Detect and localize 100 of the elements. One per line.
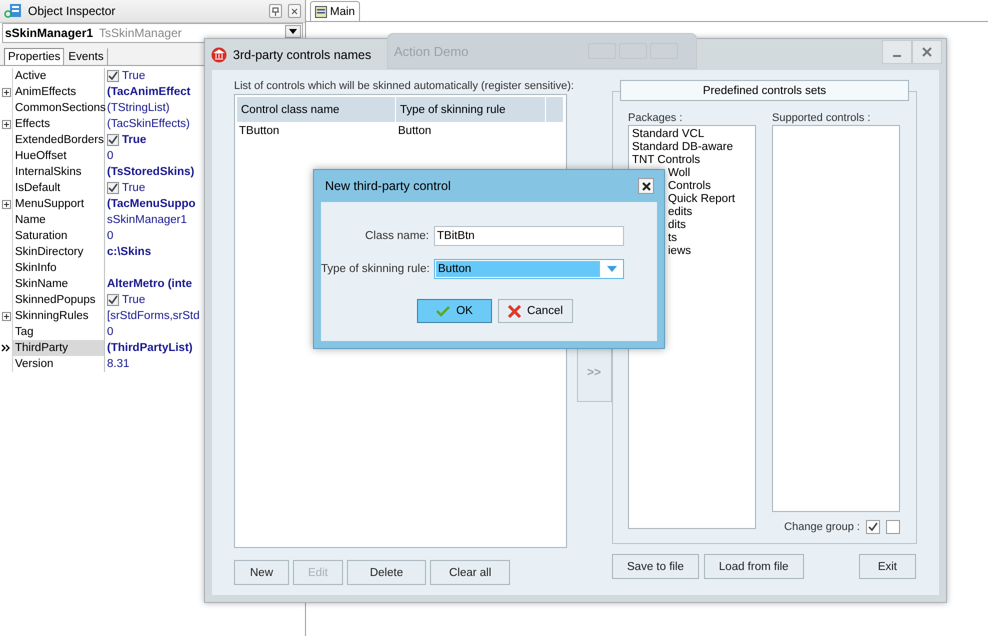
group-header[interactable]: Predefined controls sets [620, 80, 909, 101]
file-button[interactable]: Save to file [612, 554, 699, 579]
list-item[interactable]: TNT Controls [632, 154, 700, 167]
close-button[interactable] [638, 178, 654, 194]
property-name[interactable]: Name [13, 212, 105, 228]
window-title: 3rd-party controls names [233, 48, 372, 62]
property-value: True [122, 294, 146, 306]
property-value: (TsStoredSkins) [107, 166, 194, 178]
list-item[interactable]: Standard DB-aware [632, 141, 733, 154]
list-item[interactable]: Controls [668, 180, 711, 193]
supported-label: Supported controls : [772, 112, 872, 124]
property-value: 0 [107, 150, 114, 162]
property-name[interactable]: MenuSupport [13, 196, 105, 212]
property-name[interactable]: SkinDirectory [13, 244, 105, 260]
list-item[interactable]: Woll [668, 167, 690, 180]
column-header[interactable]: Control class name [237, 97, 396, 122]
property-value: 0 [107, 326, 114, 338]
list-item[interactable]: edits [668, 206, 692, 219]
property-name[interactable]: Version [13, 356, 105, 372]
property-name[interactable]: ThirdParty [13, 340, 105, 356]
checkbox[interactable] [866, 520, 880, 534]
property-name[interactable]: SkinningRules [13, 308, 105, 324]
form-icon [315, 6, 327, 18]
check-icon [436, 306, 450, 316]
inspector-tab[interactable]: Events [64, 48, 108, 65]
field-label: Type of skinning rule: [321, 263, 429, 275]
field-label: Class name: [364, 230, 429, 242]
property-value: (TacAnimEffect [107, 86, 190, 98]
expand-icon[interactable] [2, 120, 10, 128]
list-item[interactable]: dits [668, 219, 686, 232]
column-header[interactable]: Type of skinning rule [396, 97, 546, 122]
property-name[interactable]: HueOffset [13, 148, 105, 164]
property-value: 0 [107, 230, 114, 242]
list-item[interactable]: Standard VCL [632, 128, 704, 141]
property-name[interactable]: Saturation [13, 228, 105, 244]
list-item[interactable]: iews [668, 245, 692, 258]
checkbox[interactable] [107, 294, 119, 306]
panel-title: Object Inspector [28, 4, 116, 18]
check-icon [868, 522, 878, 532]
inspector-icon [4, 3, 22, 19]
close-button[interactable] [288, 4, 301, 18]
property-name[interactable]: InternalSkins [13, 164, 105, 180]
list-label: List of controls which will be skinned automatically (register sensitive): [234, 80, 574, 92]
close-icon [642, 182, 650, 190]
property-name[interactable]: ExtendedBorders [13, 132, 105, 148]
property-name[interactable]: CommonSections [13, 100, 105, 116]
ok-button[interactable]: OK [417, 299, 492, 323]
action-button[interactable]: Delete [346, 560, 426, 585]
property-value: c:\Skins [107, 246, 152, 258]
action-button[interactable]: Clear all [430, 560, 510, 585]
property-value: (TStringList) [107, 102, 170, 114]
property-value: (ThirdPartyList) [107, 342, 193, 354]
list-item[interactable]: ts [668, 232, 677, 245]
checkbox[interactable] [886, 520, 900, 534]
checkbox[interactable] [107, 70, 119, 82]
property-name[interactable]: SkinName [13, 276, 105, 292]
inspector-tab[interactable]: Properties [4, 48, 64, 65]
pin-icon [272, 6, 279, 16]
expand-icon[interactable] [2, 88, 10, 96]
expand-icon[interactable] [2, 200, 10, 208]
check-icon [108, 135, 118, 145]
close-icon [291, 8, 298, 14]
app-icon [211, 46, 227, 62]
check-icon [108, 295, 118, 305]
close-icon [922, 46, 932, 56]
property-value: [srStdForms,srStd [107, 310, 200, 322]
packages-label: Packages : [628, 112, 684, 124]
property-value: True [122, 70, 146, 82]
class-name-field[interactable]: TBitBtn [434, 226, 624, 246]
property-name[interactable]: IsDefault [13, 180, 105, 196]
list-item[interactable]: Quick Report [668, 193, 736, 206]
expand-icon[interactable] [2, 312, 10, 320]
property-value: True [122, 134, 146, 146]
property-name[interactable]: SkinInfo [13, 260, 105, 276]
property-name[interactable]: SkinnedPopups [13, 292, 105, 308]
property-name[interactable]: Effects [13, 116, 105, 132]
action-button[interactable]: New [234, 560, 290, 585]
file-button[interactable]: Load from file [704, 554, 804, 579]
exit-button[interactable]: Exit [858, 554, 916, 579]
property-name[interactable]: Active [13, 68, 105, 84]
caret-icon [606, 265, 618, 273]
minimize-button[interactable] [882, 40, 912, 64]
property-value: sSkinManager1 [107, 214, 187, 226]
cross-icon [508, 304, 522, 318]
dialog-title: New third-party control [325, 179, 451, 193]
property-name[interactable]: AnimEffects [13, 84, 105, 100]
cancel-button[interactable]: Cancel [498, 299, 573, 323]
table-cell-text: Button [397, 125, 432, 137]
checkbox[interactable] [107, 182, 119, 194]
checkbox[interactable] [107, 134, 119, 146]
document-tab[interactable]: Main [310, 1, 360, 21]
property-value: (TacMenuSuppo [107, 198, 196, 210]
property-value: True [122, 182, 146, 194]
caret-icon [289, 29, 297, 34]
table-cell-text: TButton [238, 125, 280, 137]
change-group-label: Change group : [784, 521, 860, 533]
pin-button[interactable] [269, 4, 282, 18]
rule-select[interactable]: Button [434, 259, 624, 279]
property-value: AlterMetro (inte [107, 278, 192, 290]
dropdown-button[interactable] [285, 25, 301, 38]
